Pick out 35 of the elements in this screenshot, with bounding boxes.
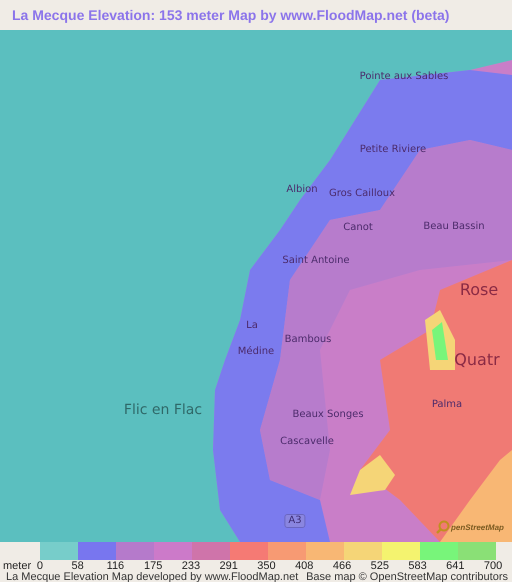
legend-tick-label: 641 [445,560,466,572]
place-label: Quatr [454,352,500,368]
footer-credit: La Mecque Elevation Map developed by www.FloodMap.net [6,572,298,582]
legend-tick-label: 58 [70,560,85,572]
legend-tick-label: 583 [407,560,428,572]
footer-attribution: Base map © OpenStreetMap contributors [306,572,508,582]
place-label: Bambous [284,335,332,345]
place-label: Palma [432,400,462,410]
osm-logo-text: penStreetMap [451,522,504,532]
place-label: Canot [343,223,373,233]
place-label: La [246,321,258,331]
legend-unit: meter [3,560,32,572]
place-label: Saint Antoine [282,256,350,266]
place-label: Pointe aux Sables [360,72,448,82]
legend-tick-label: 350 [256,560,277,572]
legend-tick-label: 525 [370,560,390,572]
legend-tick-label: 466 [332,560,352,572]
place-label: Albion [286,185,318,195]
place-label: Petite Riviere [360,145,426,155]
place-label: Cascavelle [280,437,334,447]
legend-tick-label: 408 [294,560,314,572]
place-label: Beaux Songes [292,410,364,420]
legend-tick-label: 700 [482,560,504,572]
place-label: Gros Cailloux [329,189,395,199]
page-title: La Mecque Elevation: 153 meter Map by www.FloodMap.net (beta) [11,6,450,25]
legend-tick-label: 233 [180,560,202,572]
road-label: A3 [284,514,306,528]
legend-tick-label: 291 [218,560,239,572]
magnifier-icon [436,520,450,534]
place-label: Beau Bassin [423,222,485,232]
place-label: Rose [460,282,498,298]
legend-tick-label: 116 [106,560,126,572]
legend-tick-label: 175 [143,560,164,572]
place-label: Flic en Flac [124,403,202,417]
place-label: Médine [238,347,274,357]
